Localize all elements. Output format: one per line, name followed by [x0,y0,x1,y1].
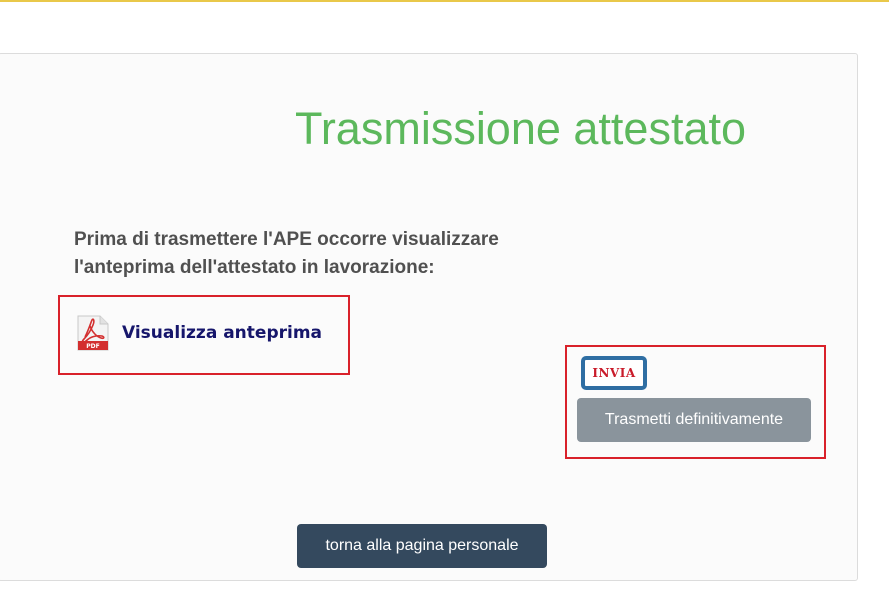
transmit-final-button[interactable]: Trasmetti definitivamente [577,398,811,442]
invia-stamp-icon: INVIA [581,356,647,390]
page-title: Trasmissione attestato [295,103,747,154]
preview-link-label: Visualizza anteprima [122,323,323,343]
intro-line-1: Prima di trasmettere l'APE occorre visua… [74,229,499,250]
panel-edge-gap [860,100,889,156]
stamp-text: INVIA [592,366,636,380]
pdf-file-icon: PDF [77,315,109,351]
intro-text: Prima di trasmettere l'APE occorre visua… [74,226,554,282]
intro-line-2: l'anteprima dell'attestato in lavorazion… [74,257,435,278]
preview-link[interactable]: PDF Visualizza anteprima [76,315,322,351]
back-to-personal-page-button[interactable]: torna alla pagina personale [297,524,547,568]
pdf-icon-text: PDF [86,343,99,350]
top-accent-line [0,0,889,2]
